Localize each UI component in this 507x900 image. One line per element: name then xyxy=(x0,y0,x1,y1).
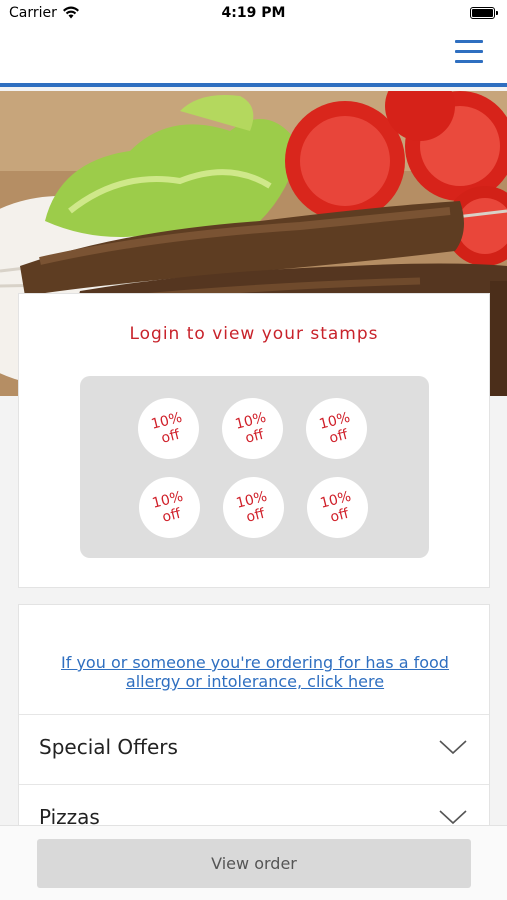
chevron-down-icon xyxy=(439,740,467,755)
nav-bar xyxy=(0,30,507,87)
stamp-off: off xyxy=(328,505,351,526)
stamp-card: Login to view your stamps 10% off 10% of… xyxy=(18,293,490,588)
allergy-info-link[interactable]: If you or someone you're ordering for ha… xyxy=(39,653,471,691)
stamp-off: off xyxy=(159,426,182,447)
view-order-button[interactable]: View order xyxy=(37,839,471,888)
stamp-badge: 10% off xyxy=(132,470,207,545)
stamp-badge: 10% off xyxy=(131,391,206,466)
battery-icon xyxy=(470,7,498,19)
stamp-badge: 10% off xyxy=(216,470,291,545)
stamp-badge: 10% off xyxy=(300,470,375,545)
stamp-badge: 10% off xyxy=(299,391,374,466)
chevron-down-icon xyxy=(439,810,467,825)
clock: 4:19 PM xyxy=(221,5,286,21)
stamp-login-prompt[interactable]: Login to view your stamps xyxy=(19,324,489,344)
stamp-off: off xyxy=(160,505,183,526)
stamp-grid: 10% off 10% off 10% off 10% off 10% off … xyxy=(80,376,429,558)
bottom-bar: View order xyxy=(0,825,507,900)
menu-section-label: Special Offers xyxy=(39,735,178,759)
stamp-off: off xyxy=(244,505,267,526)
stamp-off: off xyxy=(327,426,350,447)
stamp-off: off xyxy=(243,426,266,447)
stamp-badge: 10% off xyxy=(215,391,290,466)
status-bar: Carrier 4:19 PM xyxy=(0,0,507,30)
menu-section-special-offers[interactable]: Special Offers xyxy=(19,714,489,784)
hamburger-menu-icon[interactable] xyxy=(455,40,483,66)
